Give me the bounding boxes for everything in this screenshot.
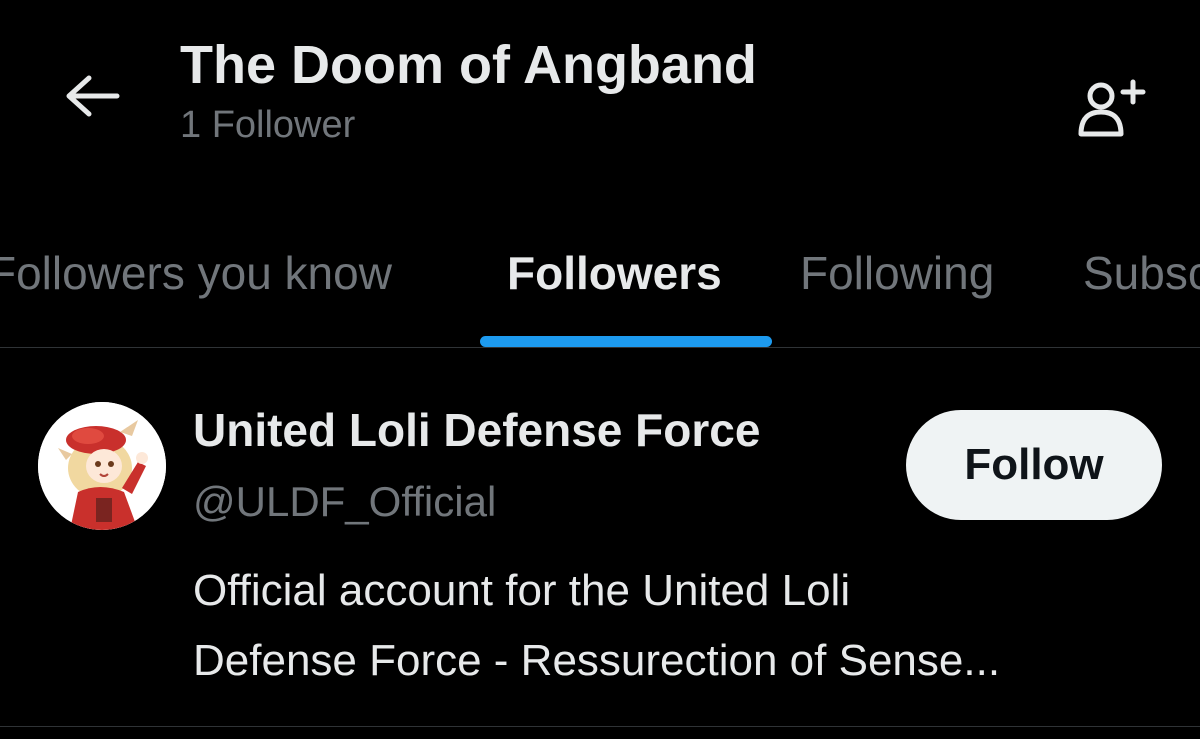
active-tab-indicator [480,336,772,347]
user-list-item[interactable]: United Loli Defense Force @ULDF_Official… [0,348,1200,727]
follow-button[interactable]: Follow [906,410,1162,520]
avatar[interactable] [38,402,166,530]
back-button[interactable] [56,66,126,126]
tab-subscriptions[interactable]: Subscriptions [1083,236,1200,310]
tab-followers[interactable]: Followers [507,236,722,310]
title-block: The Doom of Angband 1 Follower [180,30,757,150]
tab-following[interactable]: Following [800,236,994,310]
tab-bar: Followers you know Followers Following S… [0,210,1200,348]
page-header: The Doom of Angband 1 Follower [0,0,1200,200]
avatar-image [38,402,166,530]
arrow-left-icon [66,75,120,117]
add-user-button[interactable] [1070,79,1160,140]
page-title: The Doom of Angband [180,35,757,95]
user-bio-line: Official account for the United Loli [193,566,851,615]
user-handle[interactable]: @ULDF_Official [193,474,496,530]
person-plus-icon [1078,79,1146,137]
user-display-name[interactable]: United Loli Defense Force [193,400,760,460]
follower-count: 1 Follower [180,104,356,146]
user-bio: Official account for the United Loli Def… [193,556,1173,696]
user-bio-line: Defense Force - Ressurection of Sense... [193,636,1001,685]
tab-followers-you-know[interactable]: Followers you know [0,236,392,310]
